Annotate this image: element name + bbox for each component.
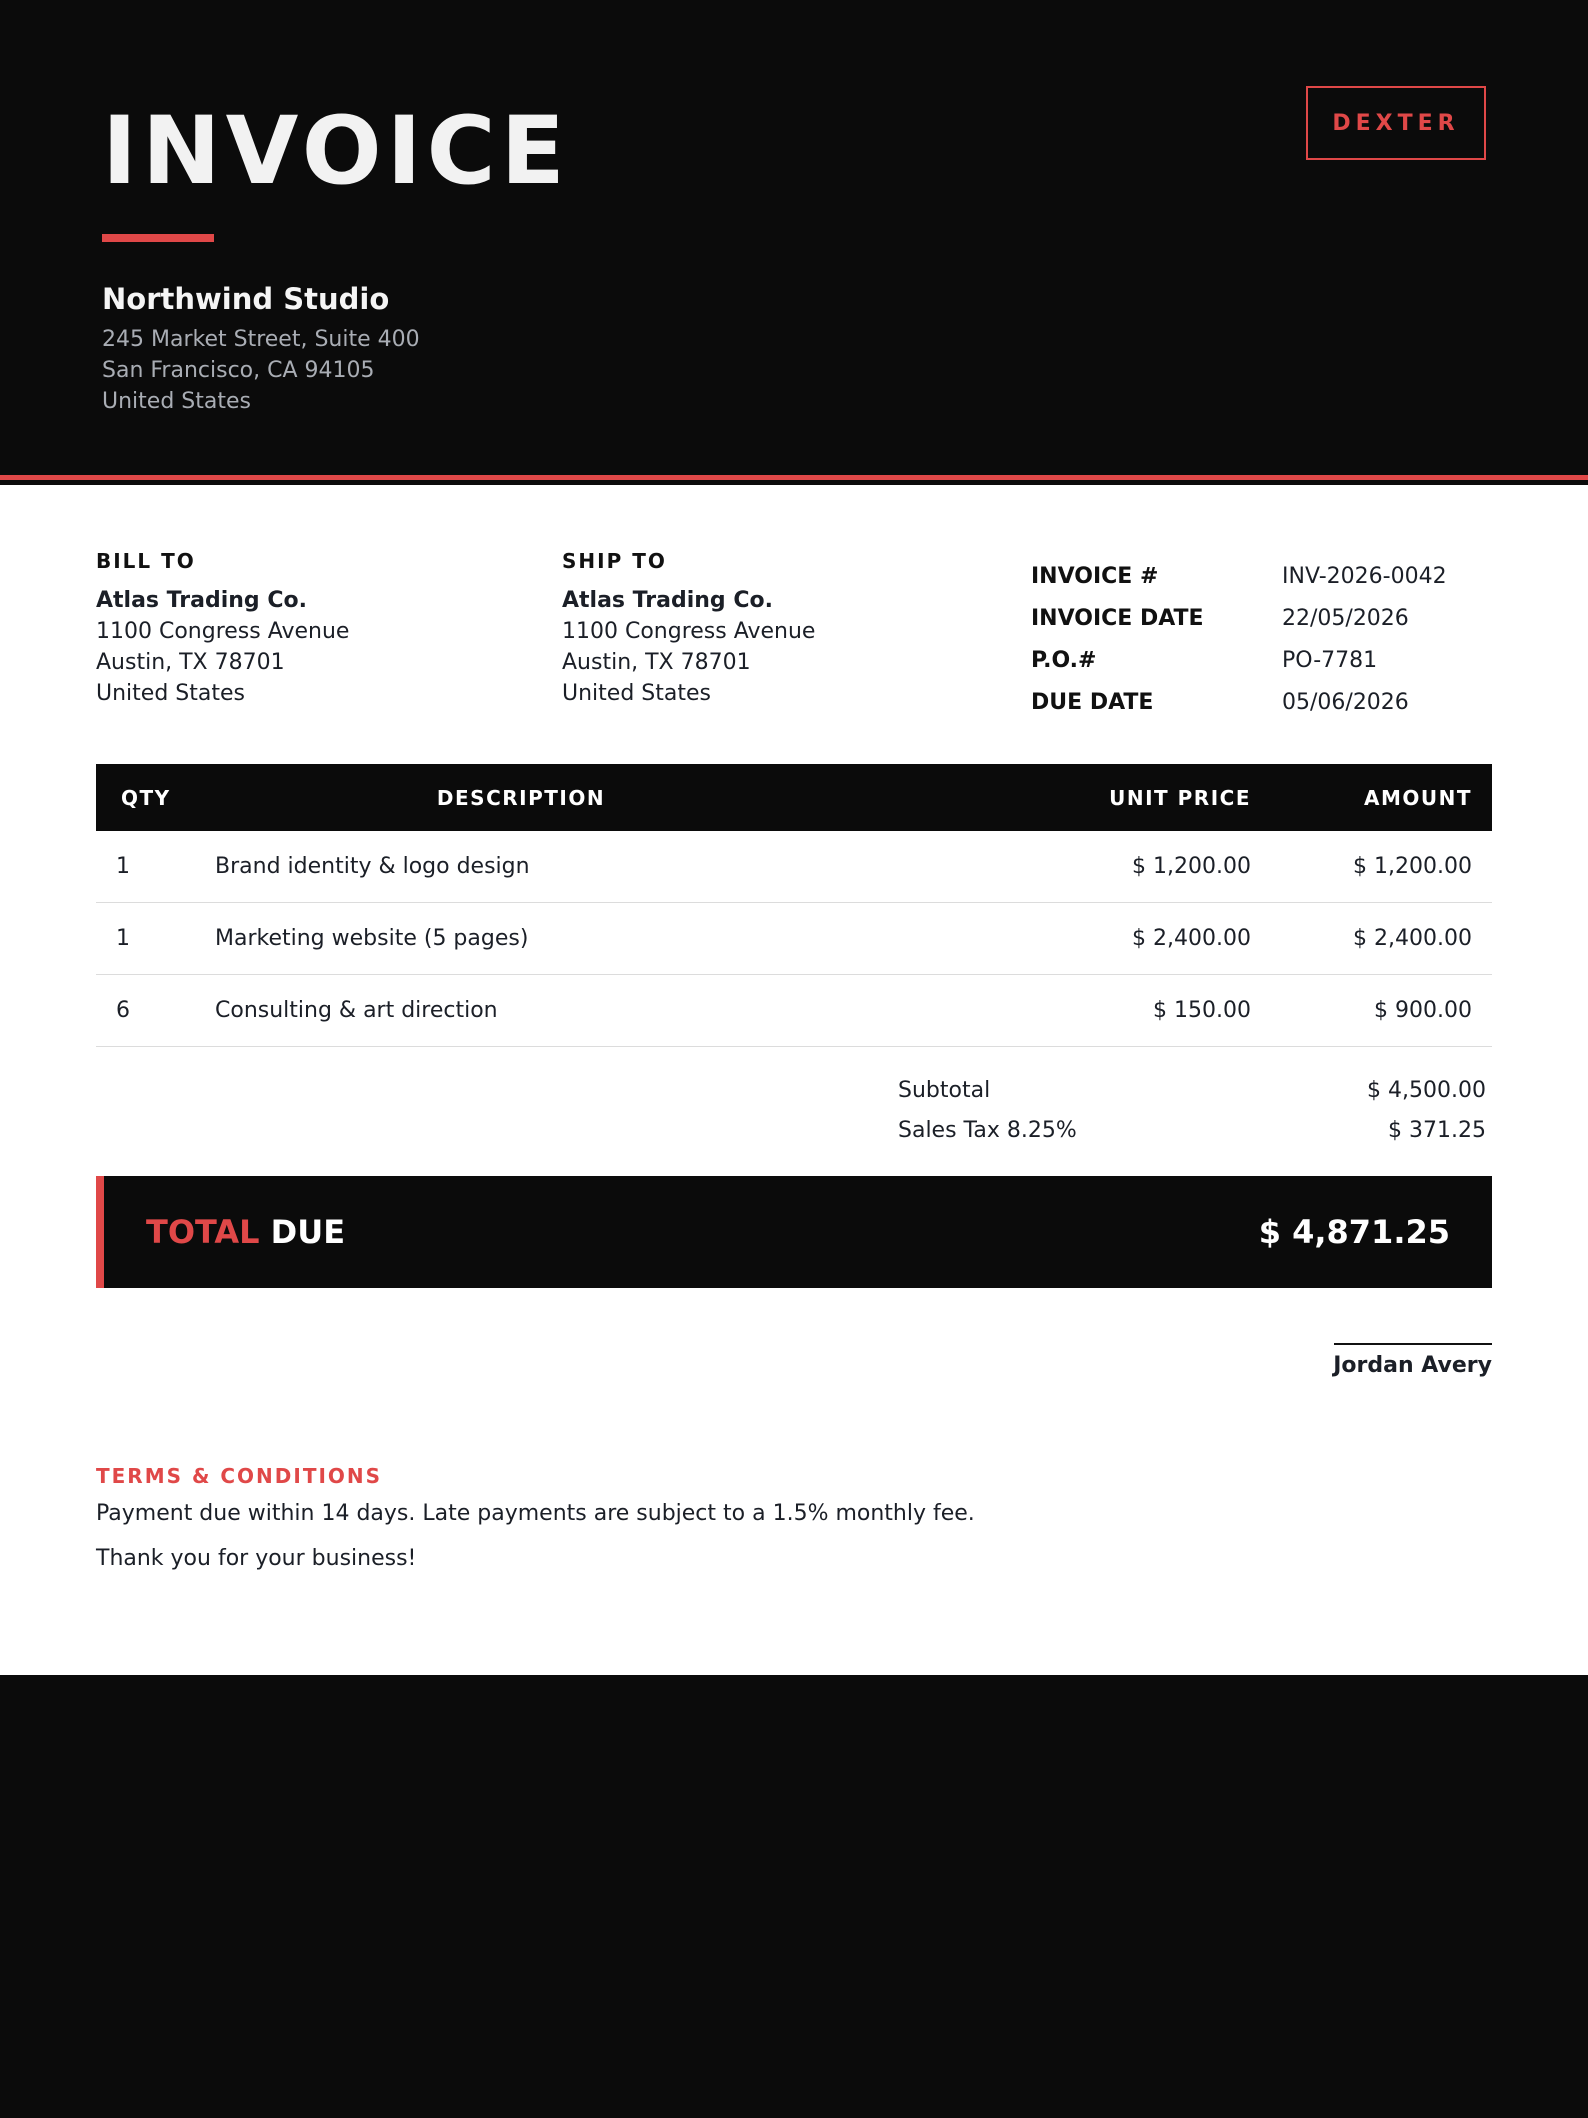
header-unit-price: UNIT PRICE xyxy=(1109,785,1251,810)
ship-to-name: Atlas Trading Co. xyxy=(562,588,773,613)
company-address-line: United States xyxy=(102,389,251,414)
bill-to-label: BILL TO xyxy=(96,549,196,573)
line-items-table: QTY DESCRIPTION UNIT PRICE AMOUNT 1 Bran… xyxy=(96,764,1492,1047)
meta-value: INV-2026-0042 xyxy=(1282,563,1447,589)
brand-logo: DEXTER xyxy=(1306,86,1486,160)
thank-you-note: Thank you for your business! xyxy=(96,1546,417,1571)
row-unit-price: $ 1,200.00 xyxy=(1132,854,1251,879)
signature-line xyxy=(1334,1343,1492,1345)
total-label-rest: DUE xyxy=(270,1213,346,1251)
row-qty: 1 xyxy=(116,854,130,879)
tax-row: Sales Tax 8.25% $ 371.25 xyxy=(898,1110,1486,1150)
meta-row-po-number: P.O.# PO-7781 xyxy=(1031,639,1491,681)
terms-title: TERMS & CONDITIONS xyxy=(96,1464,383,1488)
subtotal-row: Subtotal $ 4,500.00 xyxy=(898,1070,1486,1110)
row-qty: 1 xyxy=(116,926,130,951)
total-due-bar: TOTAL DUE $ 4,871.25 xyxy=(96,1176,1492,1288)
row-description: Marketing website (5 pages) xyxy=(215,926,529,951)
company-address-line: San Francisco, CA 94105 xyxy=(102,358,375,383)
title-underline xyxy=(102,234,214,242)
header-amount: AMOUNT xyxy=(1363,785,1472,810)
company-address: 245 Market Street, Suite 400 San Francis… xyxy=(102,324,420,417)
meta-value: 05/06/2026 xyxy=(1282,689,1409,715)
ship-to-label: SHIP TO xyxy=(562,549,667,573)
signature-name: Jordan Avery xyxy=(1333,1353,1492,1378)
bill-to-block: BILL TO Atlas Trading Co. 1100 Congress … xyxy=(96,549,516,709)
ship-to-address-line: United States xyxy=(562,681,711,706)
total-due-amount: $ 4,871.25 xyxy=(1258,1213,1450,1251)
meta-value: PO-7781 xyxy=(1282,647,1378,673)
bill-to-address-line: 1100 Congress Avenue xyxy=(96,619,350,644)
meta-value: 22/05/2026 xyxy=(1282,605,1409,631)
invoice-meta: INVOICE # INV-2026-0042 INVOICE DATE 22/… xyxy=(1031,555,1491,723)
row-description: Consulting & art direction xyxy=(215,998,498,1023)
table-row: 1 Marketing website (5 pages) $ 2,400.00… xyxy=(96,903,1492,975)
bill-to-address-line: Austin, TX 78701 xyxy=(96,650,285,675)
tax-value: $ 371.25 xyxy=(1388,1117,1486,1143)
header-qty: QTY xyxy=(121,785,171,810)
meta-key: DUE DATE xyxy=(1031,689,1154,715)
table-row: 1 Brand identity & logo design $ 1,200.0… xyxy=(96,831,1492,903)
total-due-label: TOTAL DUE xyxy=(146,1213,345,1251)
subtotal-value: $ 4,500.00 xyxy=(1367,1077,1486,1103)
invoice-title: INVOICE xyxy=(102,97,570,206)
invoice-header: INVOICE DEXTER Northwind Studio 245 Mark… xyxy=(0,0,1588,480)
meta-row-due-date: DUE DATE 05/06/2026 xyxy=(1031,681,1491,723)
company-address-line: 245 Market Street, Suite 400 xyxy=(102,327,420,352)
meta-key: INVOICE DATE xyxy=(1031,605,1204,631)
row-amount: $ 2,400.00 xyxy=(1353,926,1472,951)
row-unit-price: $ 150.00 xyxy=(1153,998,1251,1023)
meta-key: INVOICE # xyxy=(1031,563,1159,589)
company-name: Northwind Studio xyxy=(102,282,390,316)
invoice-page: INVOICE DEXTER Northwind Studio 245 Mark… xyxy=(0,0,1588,2118)
meta-row-invoice-number: INVOICE # INV-2026-0042 xyxy=(1031,555,1491,597)
ship-to-address-line: Austin, TX 78701 xyxy=(562,650,751,675)
subtotal-label: Subtotal xyxy=(898,1077,991,1103)
ship-to-address-line: 1100 Congress Avenue xyxy=(562,619,816,644)
totals-block: Subtotal $ 4,500.00 Sales Tax 8.25% $ 37… xyxy=(898,1070,1486,1150)
header-description: DESCRIPTION xyxy=(436,785,606,810)
ship-to-block: SHIP TO Atlas Trading Co. 1100 Congress … xyxy=(562,549,982,709)
row-unit-price: $ 2,400.00 xyxy=(1132,926,1251,951)
bill-to-address-line: United States xyxy=(96,681,245,706)
total-label-accent: TOTAL xyxy=(146,1213,260,1251)
meta-row-invoice-date: INVOICE DATE 22/05/2026 xyxy=(1031,597,1491,639)
row-qty: 6 xyxy=(116,998,130,1023)
table-header: QTY DESCRIPTION UNIT PRICE AMOUNT xyxy=(96,764,1492,831)
table-row: 6 Consulting & art direction $ 150.00 $ … xyxy=(96,975,1492,1047)
bill-to-name: Atlas Trading Co. xyxy=(96,588,307,613)
meta-key: P.O.# xyxy=(1031,647,1097,673)
row-amount: $ 1,200.00 xyxy=(1353,854,1472,879)
invoice-body: BILL TO Atlas Trading Co. 1100 Congress … xyxy=(0,485,1588,1675)
row-amount: $ 900.00 xyxy=(1374,998,1472,1023)
tax-label: Sales Tax 8.25% xyxy=(898,1117,1077,1143)
terms-text: Payment due within 14 days. Late payment… xyxy=(96,1501,975,1526)
row-description: Brand identity & logo design xyxy=(215,854,530,879)
